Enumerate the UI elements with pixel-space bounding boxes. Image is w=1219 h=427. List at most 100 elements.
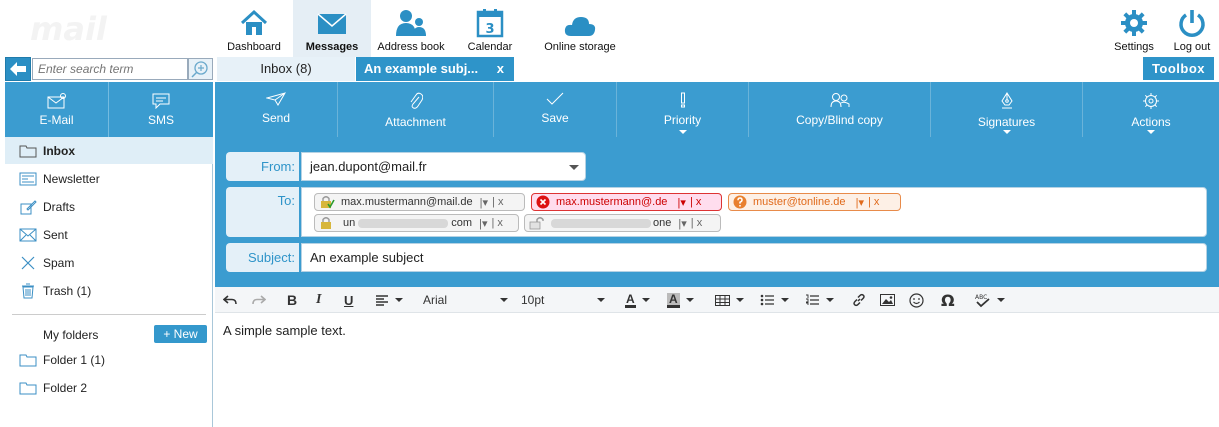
redo-icon [252, 295, 266, 305]
folder-folder-1[interactable]: Folder 1 (1) [5, 346, 213, 373]
folder-inbox[interactable]: Inbox [5, 137, 213, 164]
recipient-chip-warning[interactable]: muster@tonline.de |▾ | x [728, 193, 901, 211]
nav-online-storage[interactable]: Online storage [540, 0, 620, 57]
blurred-address [551, 218, 651, 228]
actions-button[interactable]: Actions [1083, 82, 1219, 137]
toolbox-button[interactable]: Toolbox [1143, 57, 1214, 80]
editor-toolbar: B I U Arial 10pt A A Ω ABC [215, 287, 1219, 313]
message-body[interactable]: A simple sample text. [223, 323, 346, 338]
subject-input[interactable]: An example subject [301, 243, 1207, 272]
chevron-down-icon [1147, 130, 1155, 134]
chevron-down-icon [500, 298, 508, 302]
nav-dashboard[interactable]: Dashboard [220, 0, 288, 57]
sent-icon [19, 228, 37, 241]
remove-recipient-button[interactable]: | x [691, 217, 702, 229]
sidebar-tab-email[interactable]: E-Mail [5, 82, 109, 137]
chevron-down-icon[interactable]: |▾ [671, 196, 686, 209]
underline-button[interactable]: U [344, 287, 353, 313]
chevron-down-icon[interactable]: |▾ [476, 217, 487, 230]
secure-lock-icon [321, 196, 335, 209]
recipient-chip[interactable]: one |▾ | x [524, 214, 721, 232]
chevron-down-icon[interactable]: |▾ [477, 196, 488, 209]
chevron-down-icon[interactable]: |▾ [850, 196, 864, 209]
back-button[interactable] [5, 57, 31, 81]
chevron-down-icon[interactable]: |▾ [675, 217, 686, 230]
remove-recipient-button[interactable]: | x [690, 196, 701, 208]
align-dropdown[interactable] [375, 287, 403, 313]
highlight-color-button[interactable]: A [667, 287, 694, 313]
chevron-down-icon [1002, 130, 1011, 134]
blurred-address [358, 218, 449, 228]
from-select[interactable]: jean.dupont@mail.fr [301, 152, 586, 181]
undo-button[interactable] [223, 287, 237, 313]
folder-icon [19, 382, 37, 394]
sidebar-tab-sms[interactable]: SMS [109, 82, 213, 137]
text-color-button[interactable]: A [625, 287, 650, 313]
svg-text:3: 3 [485, 22, 494, 37]
new-folder-button[interactable]: + New [154, 325, 207, 343]
spellcheck-button[interactable]: ABC [975, 287, 1005, 313]
recipient-chip[interactable]: max.mustermann@mail.de |▾ | x [314, 193, 525, 211]
insert-image-button[interactable] [880, 287, 895, 313]
gear-icon [1121, 10, 1147, 36]
search-input[interactable] [32, 58, 188, 80]
save-button[interactable]: Save [494, 82, 617, 137]
tab-compose-label: An example subj... [364, 61, 479, 76]
nav-calendar[interactable]: 3 Calendar [462, 0, 518, 57]
folder-folder-2[interactable]: Folder 2 [5, 374, 213, 401]
signatures-button[interactable]: Signatures [931, 82, 1083, 137]
recipient-chip-error[interactable]: max.mustermann@.de |▾ | x [531, 193, 722, 211]
arrow-left-icon [10, 62, 26, 76]
bullet-list-button[interactable] [760, 287, 789, 313]
folder-icon [19, 354, 37, 366]
question-icon [733, 195, 747, 209]
numbered-list-button[interactable] [805, 287, 834, 313]
tab-inbox[interactable]: Inbox (8) [217, 57, 355, 81]
search-button[interactable] [188, 58, 213, 80]
folder-sent[interactable]: Sent [5, 221, 213, 248]
nav-address-book[interactable]: Address book [375, 0, 447, 57]
folder-newsletter[interactable]: Newsletter [5, 165, 213, 192]
nav-messages[interactable]: Messages [293, 0, 371, 57]
remove-recipient-button[interactable]: | x [491, 217, 502, 229]
send-icon [266, 92, 286, 106]
attachment-button[interactable]: Attachment [338, 82, 494, 137]
calendar-icon: 3 [476, 9, 504, 38]
tab-close-button[interactable]: x [497, 57, 504, 81]
send-button[interactable]: Send [215, 82, 338, 137]
bold-button[interactable]: B [287, 287, 297, 313]
table-button[interactable] [715, 287, 744, 313]
font-size-select[interactable]: 10pt [521, 287, 605, 313]
folder-spam[interactable]: Spam [5, 249, 213, 276]
subject-label: Subject: [226, 243, 299, 272]
folder-drafts[interactable]: Drafts [5, 193, 213, 220]
emoji-button[interactable] [909, 287, 924, 313]
chevron-down-icon [569, 165, 579, 170]
special-character-button[interactable]: Ω [941, 287, 955, 313]
tab-compose[interactable]: An example subj... x [356, 57, 514, 81]
priority-button[interactable]: Priority [617, 82, 749, 137]
gear-icon [1143, 93, 1159, 109]
italic-button[interactable]: I [316, 287, 321, 313]
app-logo: mail [30, 10, 107, 48]
remove-recipient-button[interactable]: | x [492, 196, 503, 208]
insert-link-button[interactable] [852, 287, 866, 313]
font-family-select[interactable]: Arial [423, 287, 508, 313]
chevron-down-icon [826, 298, 834, 302]
table-icon [715, 294, 730, 306]
error-icon [536, 195, 550, 209]
contacts-icon [396, 10, 426, 36]
undo-icon [223, 295, 237, 305]
nav-log-out[interactable]: Log out [1168, 0, 1216, 57]
divider [12, 314, 206, 315]
search-plus-icon [191, 61, 208, 78]
remove-recipient-button[interactable]: | x [868, 196, 879, 208]
pen-nib-icon [1000, 92, 1013, 109]
folder-trash[interactable]: Trash (1) [5, 277, 213, 304]
copy-blind-copy-button[interactable]: Copy/Blind copy [749, 82, 931, 137]
compose-toolbar: Send Attachment Save Priority Copy/Blind… [215, 82, 1219, 137]
redo-button[interactable] [252, 287, 266, 313]
recipient-chip[interactable]: un com |▾ | x [314, 214, 519, 232]
my-folders-label: My folders [43, 328, 99, 342]
nav-settings[interactable]: Settings [1110, 0, 1158, 57]
